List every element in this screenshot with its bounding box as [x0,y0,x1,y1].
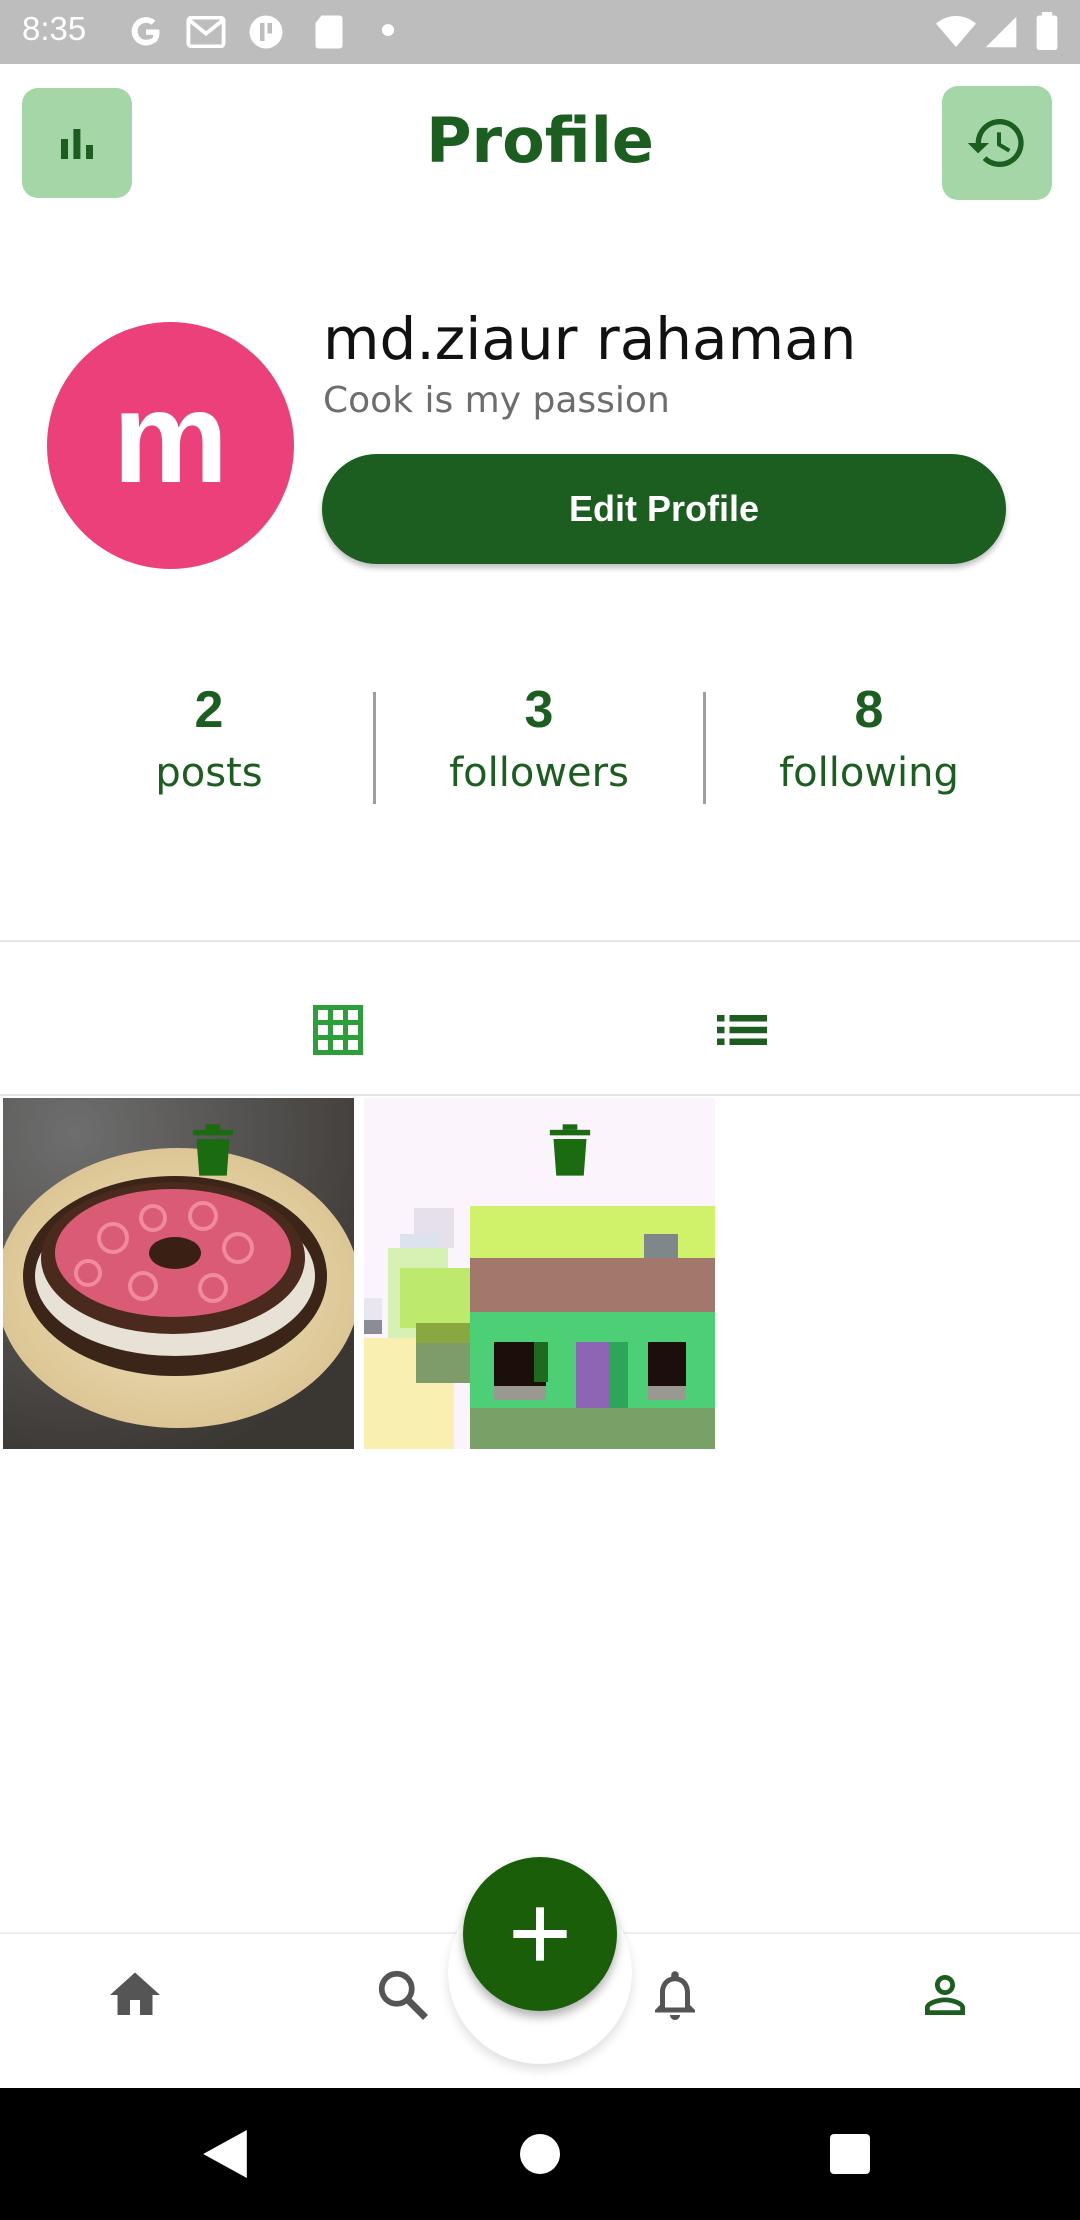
back-icon[interactable] [202,2130,248,2178]
stat-followers[interactable]: 3 followers [374,680,704,796]
delete-icon[interactable] [548,1124,592,1176]
avatar: m [47,322,294,569]
history-button[interactable] [942,86,1052,200]
divider [0,940,1080,942]
profile-bio: Cook is my passion [323,380,670,421]
status-bar: 8:35 [0,0,1080,64]
home-icon [110,1972,160,2015]
system-nav-bar [0,2088,1080,2220]
tab-grid[interactable] [298,990,378,1070]
stat-posts-value: 2 [194,681,224,739]
divider [0,1094,1080,1096]
delete-icon[interactable] [191,1124,235,1176]
google-icon [131,17,160,46]
home-system-icon[interactable] [520,2134,560,2174]
recents-icon[interactable] [830,2134,870,2174]
pixel-house-image [364,1098,715,1449]
stat-following[interactable]: 8 following [704,680,1034,796]
avatar-letter: m [112,363,229,510]
cake-photo [3,1098,354,1449]
stat-following-label: following [779,750,959,796]
app-icon [249,15,283,49]
tab-list[interactable] [702,990,782,1070]
bell-icon [655,1971,695,2020]
stat-posts-label: posts [155,750,263,796]
stat-posts[interactable]: 2 posts [44,680,374,796]
sd-card-icon [315,15,343,49]
profile-name: md.ziaur rahaman [323,305,857,373]
add-post-button[interactable] [463,1857,617,2011]
stat-following-value: 8 [854,681,884,739]
person-icon [925,1975,965,2015]
signal-icon [985,16,1017,48]
stat-followers-value: 3 [524,681,554,739]
search-icon [378,1970,428,2020]
nav-home[interactable] [100,1960,170,2030]
status-time: 8:35 [22,10,87,47]
history-icon [967,119,1024,167]
wifi-icon [936,16,976,47]
nav-search[interactable] [368,1960,438,2030]
stat-followers-label: followers [449,750,629,796]
grid-icon [313,1005,363,1055]
page-title: Profile [426,104,654,177]
nav-profile[interactable] [910,1960,980,2030]
battery-icon [1036,12,1058,50]
post-thumbnail[interactable] [3,1098,354,1449]
post-thumbnail[interactable] [364,1098,715,1449]
plus-icon [513,1907,567,1961]
edit-profile-button[interactable]: Edit Profile [322,454,1006,564]
nav-notifications[interactable] [640,1960,710,2030]
list-icon [717,1015,767,1045]
dot-icon [382,24,394,36]
gmail-icon [186,16,226,48]
